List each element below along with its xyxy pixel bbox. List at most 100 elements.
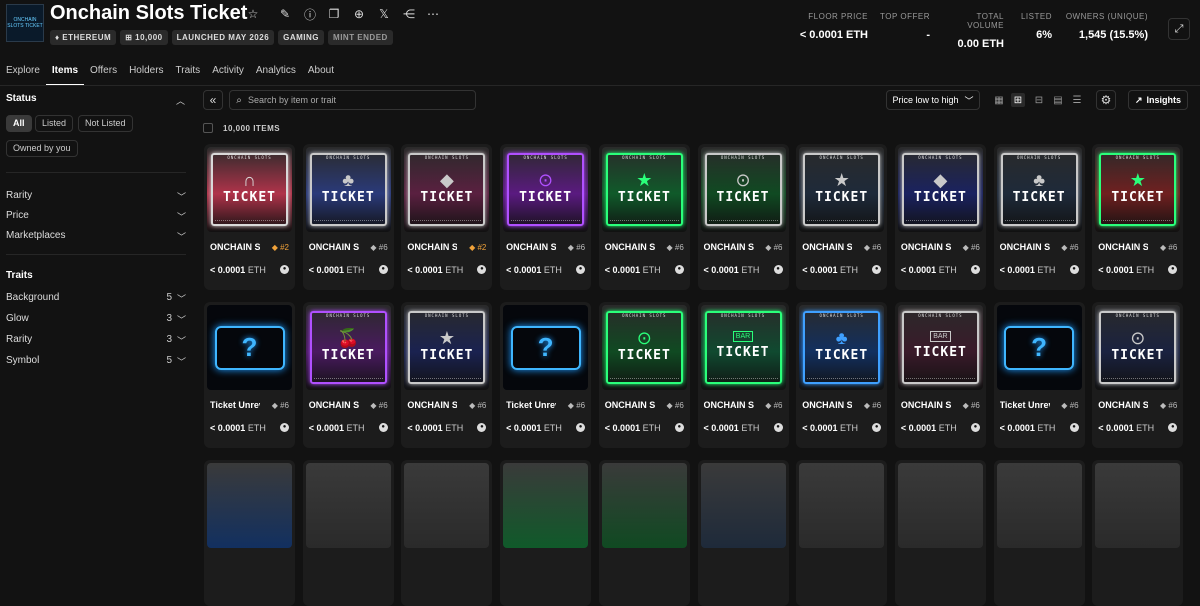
- collapse-sidebar-icon[interactable]: «: [203, 90, 223, 110]
- item-rank: ◆ #6: [1160, 243, 1177, 252]
- item-image: [897, 463, 983, 548]
- filter-marketplaces[interactable]: Marketplaces ﹀: [6, 230, 186, 242]
- view-table-icon[interactable]: ▤: [1051, 93, 1065, 107]
- item-price: < 0.0001 ETH: [210, 265, 266, 275]
- price-value: < 0.0001: [1098, 423, 1134, 433]
- divider: [6, 172, 186, 173]
- search-input[interactable]: ⌕ Search by item or trait: [229, 90, 476, 110]
- trait-label: Symbol: [6, 355, 40, 366]
- status-listed-pill[interactable]: Listed: [35, 115, 74, 132]
- price-currency: ETH: [938, 423, 957, 433]
- item-card[interactable]: [894, 460, 986, 606]
- tab-about[interactable]: About: [302, 66, 340, 86]
- item-card[interactable]: ONCHAIN SLOTS🍒TICKET ONCHAIN SLOTS TICKET…: [302, 302, 394, 448]
- collection-tabs: Explore Items Offers Holders Traits Activity A…: [0, 66, 340, 86]
- item-name: ONCHAIN SLOTS TICKET: [802, 400, 853, 410]
- item-card[interactable]: ? Ticket Unrevealed ◆ #6 < 0.0001 ETH ●: [993, 302, 1085, 448]
- status-owned-pill[interactable]: Owned by you: [6, 140, 78, 157]
- price-currency: ETH: [1037, 423, 1056, 433]
- rarity-diamond-icon: ◆: [271, 243, 278, 252]
- item-card[interactable]: [697, 460, 789, 606]
- item-card[interactable]: ONCHAIN SLOTS⊙TICKET ONCHAIN SLOTS TICKET…: [598, 302, 690, 448]
- item-image: ONCHAIN SLOTS ★ TICKET: [404, 305, 490, 390]
- settings-icon[interactable]: ⚙: [1096, 90, 1116, 110]
- expand-icon[interactable]: ⤢: [1168, 18, 1190, 40]
- item-card[interactable]: [401, 460, 493, 606]
- item-card[interactable]: [598, 460, 690, 606]
- item-card[interactable]: [500, 460, 592, 606]
- view-grid-icon[interactable]: ⊞: [1011, 93, 1025, 107]
- price-value: < 0.0001: [1098, 265, 1134, 275]
- filter-label: Price: [6, 210, 29, 221]
- tab-activity[interactable]: Activity: [206, 66, 250, 86]
- trait-background[interactable]: Background 5 ﹀: [6, 292, 186, 304]
- item-name: ONCHAIN SLOTS TICKET: [407, 400, 458, 410]
- item-card[interactable]: ONCHAIN SLOTS⊙TICKET ONCHAIN SLOTS TICKET…: [500, 144, 592, 290]
- owner-icon: ●: [872, 423, 882, 432]
- item-card[interactable]: ONCHAIN SLOTS⊙TICKET ONCHAIN SLOTS TICKET…: [1092, 302, 1184, 448]
- status-not-listed-pill[interactable]: Not Listed: [78, 115, 133, 132]
- filter-rarity[interactable]: Rarity ﹀: [6, 190, 186, 202]
- tab-explore[interactable]: Explore: [0, 66, 46, 86]
- view-list-icon[interactable]: ☰: [1070, 93, 1084, 107]
- item-card[interactable]: [204, 460, 295, 606]
- item-card[interactable]: ONCHAIN SLOTSBARTICKET ONCHAIN SLOTS TICK…: [894, 302, 986, 448]
- view-large-grid-icon[interactable]: ▦: [992, 93, 1006, 107]
- item-card[interactable]: ONCHAIN SLOTS★TICKET ONCHAIN SLOTS TICKET…: [1092, 144, 1184, 290]
- item-card[interactable]: ? Ticket Unrevealed ◆ #6 < 0.0001 ETH ●: [204, 302, 295, 448]
- rarity-diamond-icon: ◆: [765, 243, 772, 252]
- price-value: < 0.0001: [210, 423, 246, 433]
- item-card[interactable]: ? Ticket Unrevealed ◆ #6 < 0.0001 ETH ●: [500, 302, 592, 448]
- item-card[interactable]: [796, 460, 888, 606]
- trait-count: 5: [166, 292, 172, 303]
- item-card[interactable]: ONCHAIN SLOTS★TICKET ONCHAIN SLOTS TICKET…: [598, 144, 690, 290]
- sort-dropdown[interactable]: Price low to high ﹀: [886, 90, 980, 110]
- status-all-pill[interactable]: All: [6, 115, 32, 132]
- item-card[interactable]: ONCHAIN SLOTS⊙TICKET ONCHAIN SLOTS TICKET…: [697, 144, 789, 290]
- filter-price[interactable]: Price ﹀: [6, 210, 186, 222]
- item-rank: ◆ #2: [272, 243, 289, 252]
- item-card[interactable]: ONCHAIN SLOTS∩TICKET ONCHAIN SLOTS TICKET…: [204, 144, 295, 290]
- item-name: ONCHAIN SLOTS TICKET: [703, 400, 754, 410]
- chevron-down-icon: ﹀: [176, 357, 186, 367]
- item-image: ONCHAIN SLOTS 🍒 TICKET: [305, 305, 391, 390]
- tab-traits[interactable]: Traits: [170, 66, 207, 86]
- rank-value: #6: [1168, 243, 1178, 252]
- item-card[interactable]: ONCHAIN SLOTS♣TICKET ONCHAIN SLOTS TICKET…: [796, 302, 888, 448]
- trait-symbol[interactable]: Symbol 5 ﹀: [6, 355, 186, 367]
- item-card[interactable]: ONCHAIN SLOTS★TICKET ONCHAIN SLOTS TICKET…: [796, 144, 888, 290]
- trait-rarity[interactable]: Rarity 3 ﹀: [6, 334, 186, 346]
- item-price: < 0.0001 ETH: [1000, 265, 1056, 275]
- collection-header: ONCHAIN SLOTS TICKET Onchain Slots Ticke…: [0, 0, 1200, 56]
- trait-count: 5: [166, 355, 172, 366]
- item-price: < 0.0001 ETH: [901, 423, 957, 433]
- chevron-up-icon[interactable]: ︿: [176, 94, 185, 107]
- insights-button[interactable]: ↗ Insights: [1128, 90, 1188, 110]
- tab-offers[interactable]: Offers: [84, 66, 123, 86]
- item-image: ONCHAIN SLOTS ★ TICKET: [601, 147, 687, 232]
- tab-items[interactable]: Items: [45, 66, 85, 86]
- owner-icon: ●: [773, 423, 783, 432]
- item-card[interactable]: ONCHAIN SLOTS◆TICKET ONCHAIN SLOTS TICKET…: [894, 144, 986, 290]
- tab-holders[interactable]: Holders: [123, 66, 169, 86]
- price-value: < 0.0001: [802, 423, 838, 433]
- item-card[interactable]: ONCHAIN SLOTS★TICKET ONCHAIN SLOTS TICKET…: [401, 302, 493, 448]
- view-small-grid-icon[interactable]: ⊟: [1032, 93, 1046, 107]
- item-card[interactable]: ONCHAIN SLOTS♣TICKET ONCHAIN SLOTS TICKET…: [993, 144, 1085, 290]
- trait-glow[interactable]: Glow 3 ﹀: [6, 313, 186, 325]
- item-card[interactable]: [1092, 460, 1184, 606]
- item-name: ONCHAIN SLOTS TICKET: [604, 242, 655, 252]
- item-card[interactable]: [993, 460, 1085, 606]
- unrevealed-question-icon: ?: [537, 332, 554, 362]
- item-rank: ◆ #6: [469, 401, 486, 410]
- item-rank: ◆ #6: [1061, 243, 1078, 252]
- price-value: < 0.0001: [506, 423, 542, 433]
- tab-analytics[interactable]: Analytics: [250, 66, 302, 86]
- select-all-checkbox[interactable]: [203, 123, 213, 133]
- item-card[interactable]: ONCHAIN SLOTS♣TICKET ONCHAIN SLOTS TICKET…: [302, 144, 394, 290]
- item-card[interactable]: ONCHAIN SLOTSBARTICKET ONCHAIN SLOTS TICK…: [697, 302, 789, 448]
- item-card[interactable]: [302, 460, 394, 606]
- item-name: ONCHAIN SLOTS TICKET: [1098, 400, 1149, 410]
- item-rank: ◆ #6: [667, 243, 684, 252]
- item-card[interactable]: ONCHAIN SLOTS◆TICKET ONCHAIN SLOTS TICKET…: [401, 144, 493, 290]
